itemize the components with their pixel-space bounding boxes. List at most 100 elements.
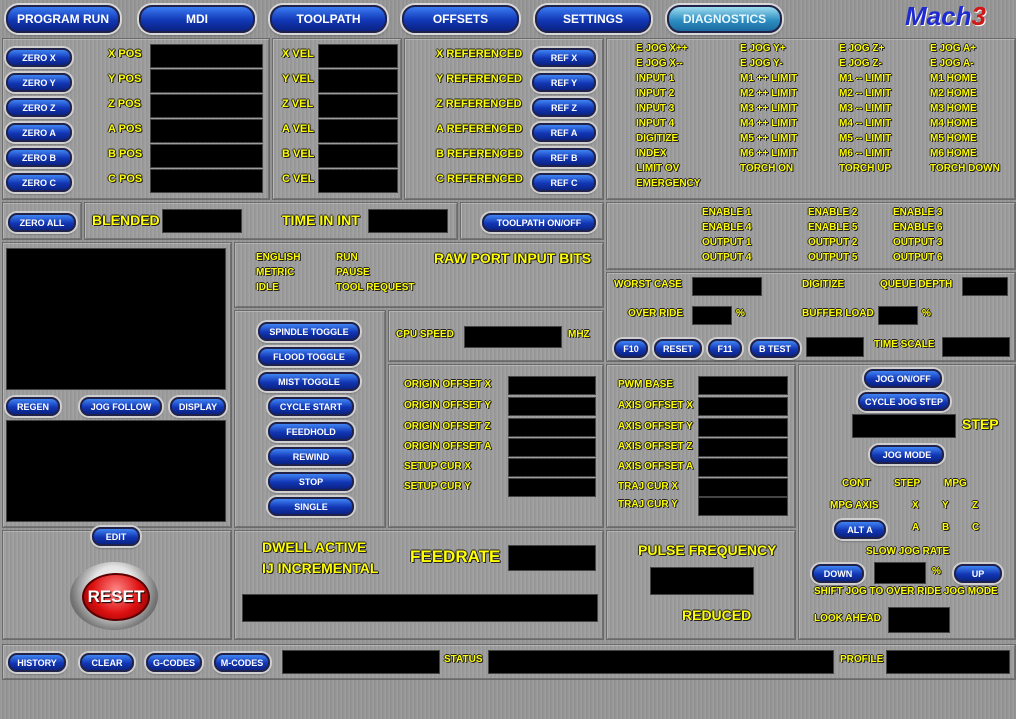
cycle-start-button[interactable]: CYCLE START <box>268 397 354 416</box>
feedrate-readout <box>508 545 596 571</box>
enable-6-indicator: ENABLE 6 <box>893 222 943 233</box>
rewind-button[interactable]: REWIND <box>268 447 354 466</box>
alt-a-button[interactable]: ALT A <box>834 520 886 539</box>
pwm-base-readout <box>698 376 788 395</box>
axis-offset-x-readout <box>698 397 788 416</box>
origin-offset-a-label: ORIGIN OFFSET A <box>404 441 492 452</box>
ref-c-button[interactable]: REF C <box>532 173 596 192</box>
y-pos-label: Y POS <box>108 73 142 85</box>
raw-port-input-bits-label: RAW PORT INPUT BITS <box>434 250 592 266</box>
jog-rate-down-button[interactable]: DOWN <box>812 564 864 583</box>
b-vel-label: B VEL <box>282 148 315 160</box>
zero-b-button[interactable]: ZERO B <box>6 148 72 167</box>
mhz-label: MHZ <box>568 329 590 340</box>
tab-diagnostics[interactable]: DIAGNOSTICS <box>667 5 782 33</box>
toolpath-toggle-button[interactable]: TOOLPATH ON/OFF <box>482 213 596 232</box>
signal-m3-home: M3 HOME <box>930 103 977 114</box>
step-mode-indicator: STEP <box>894 478 921 489</box>
ref-x-button[interactable]: REF X <box>532 48 596 67</box>
display-button[interactable]: DISPLAY <box>170 397 226 416</box>
slow-jog-rate-readout <box>874 562 926 584</box>
signal-m4-plus-limit: M4 ++ LIMIT <box>740 118 798 129</box>
mist-toggle-button[interactable]: MIST TOGGLE <box>258 372 360 391</box>
a-vel-label: A VEL <box>282 123 314 135</box>
profile-display <box>886 650 1010 674</box>
jog-rate-up-button[interactable]: UP <box>954 564 1002 583</box>
z-pos-readout <box>150 94 263 118</box>
enable-1-indicator: ENABLE 1 <box>702 207 752 218</box>
flood-toggle-button[interactable]: FLOOD TOGGLE <box>258 347 360 366</box>
mpg-mode-indicator: MPG <box>944 478 967 489</box>
f10-button[interactable]: F10 <box>614 339 648 358</box>
reset-button[interactable]: RESET <box>82 573 150 621</box>
signal-e-jog-z-minus: E JOG Z- <box>839 58 882 69</box>
zero-c-button[interactable]: ZERO C <box>6 173 72 192</box>
clear-button[interactable]: CLEAR <box>80 653 134 672</box>
origin-offset-y-readout <box>508 397 596 416</box>
zero-all-button[interactable]: ZERO ALL <box>8 213 76 232</box>
zero-y-button[interactable]: ZERO Y <box>6 73 72 92</box>
queue-depth-label: QUEUE DEPTH <box>880 279 953 290</box>
stop-button[interactable]: STOP <box>268 472 354 491</box>
jog-follow-button[interactable]: JOG FOLLOW <box>80 397 162 416</box>
signal-m4-minus-limit: M4 -- LIMIT <box>839 118 892 129</box>
spindle-toggle-button[interactable]: SPINDLE TOGGLE <box>258 322 360 341</box>
signal-e-jog-y-minus: E JOG Y- <box>740 58 783 69</box>
machine-control-panel <box>234 310 386 528</box>
zero-z-button[interactable]: ZERO Z <box>6 98 72 117</box>
signal-torch-up: TORCH UP <box>839 163 892 174</box>
worst-case-label: WORST CASE <box>614 279 682 290</box>
edit-button[interactable]: EDIT <box>92 527 140 546</box>
reduced-indicator: REDUCED <box>682 607 752 623</box>
jog-step-readout <box>852 414 956 438</box>
single-button[interactable]: SINGLE <box>268 497 354 516</box>
x-vel-label: X VEL <box>282 48 314 60</box>
worst-case-readout <box>692 277 762 296</box>
buffer-load-readout <box>878 306 918 325</box>
b-test-button[interactable]: B TEST <box>750 339 800 358</box>
signal-e-jog-a-minus: E JOG A- <box>930 58 974 69</box>
setup-cur-y-readout <box>508 478 596 497</box>
queue-depth-readout <box>962 277 1008 296</box>
status-message-display <box>488 650 834 674</box>
ref-b-button[interactable]: REF B <box>532 148 596 167</box>
tab-program-run[interactable]: PROGRAM RUN <box>6 5 120 33</box>
signal-m5-minus-limit: M5 -- LIMIT <box>839 133 892 144</box>
f11-button[interactable]: F11 <box>708 339 742 358</box>
ref-y-button[interactable]: REF Y <box>532 73 596 92</box>
tab-settings[interactable]: SETTINGS <box>535 5 651 33</box>
zero-x-button[interactable]: ZERO X <box>6 48 72 67</box>
signal-emergency: EMERGENCY <box>636 178 701 189</box>
zero-a-button[interactable]: ZERO A <box>6 123 72 142</box>
buffer-load-percent: % <box>922 308 931 319</box>
signal-m6-home: M6 HOME <box>930 148 977 159</box>
output-4-indicator: OUTPUT 4 <box>702 252 752 263</box>
jog-mode-button[interactable]: JOG MODE <box>870 445 944 464</box>
jog-on-off-button[interactable]: JOG ON/OFF <box>864 369 942 388</box>
cycle-jog-step-button[interactable]: CYCLE JOG STEP <box>858 392 950 411</box>
feedhold-button[interactable]: FEEDHOLD <box>268 422 354 441</box>
status-code-display <box>282 650 440 674</box>
origin-offset-z-readout <box>508 418 596 437</box>
shift-jog-label: SHIFT JOG TO OVER RIDE JOG MODE <box>814 586 998 597</box>
diag-reset-button[interactable]: RESET <box>654 339 702 358</box>
blended-label: BLENDED <box>92 212 160 228</box>
diag-readout <box>806 337 864 357</box>
ref-a-button[interactable]: REF A <box>532 123 596 142</box>
tab-toolpath[interactable]: TOOLPATH <box>270 5 387 33</box>
signal-input-2: INPUT 2 <box>636 88 675 99</box>
regen-button[interactable]: REGEN <box>6 397 60 416</box>
logo-text: Mach <box>905 1 972 31</box>
c-vel-readout <box>318 169 398 193</box>
b-pos-readout <box>150 144 263 168</box>
history-button[interactable]: HISTORY <box>8 653 66 672</box>
origin-offset-x-readout <box>508 376 596 395</box>
tab-offsets[interactable]: OFFSETS <box>402 5 519 33</box>
ref-z-button[interactable]: REF Z <box>532 98 596 117</box>
tab-mdi[interactable]: MDI <box>139 5 255 33</box>
cpu-speed-label: CPU SPEED <box>396 329 454 340</box>
m-codes-button[interactable]: M-CODES <box>214 653 270 672</box>
gcode-display[interactable] <box>6 420 226 522</box>
toolpath-display[interactable] <box>6 248 226 390</box>
g-codes-button[interactable]: G-CODES <box>146 653 202 672</box>
